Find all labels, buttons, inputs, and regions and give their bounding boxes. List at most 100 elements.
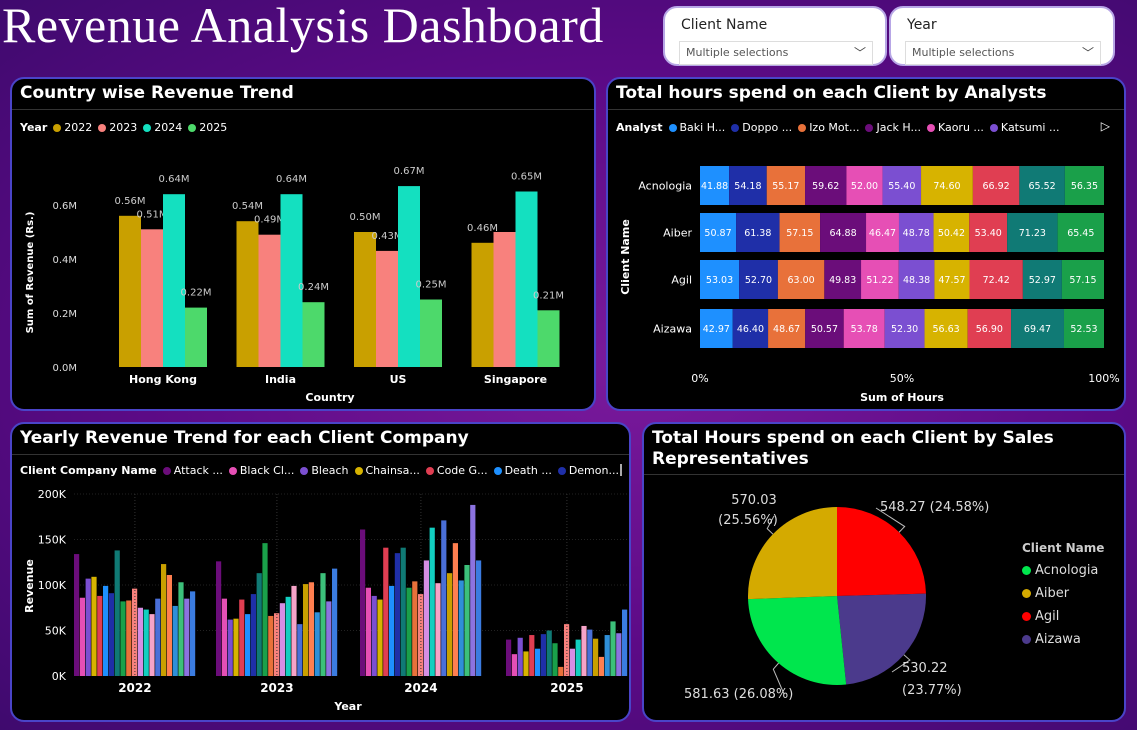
yearly-revenue-panel: Yearly Revenue Trend for each Client Com… — [10, 422, 631, 722]
bar-2024-20 — [476, 560, 482, 676]
legend-item-aiber[interactable]: Aiber — [1022, 586, 1104, 601]
bar-2025-8 — [552, 643, 558, 676]
data-label: 0.24M — [298, 282, 329, 293]
legend-label: Acnologia — [1035, 563, 1099, 578]
legend-dot — [1022, 566, 1031, 575]
y-tick-label: 0.6M — [52, 201, 77, 212]
bar-2022-5 — [103, 585, 109, 676]
bar-2024-4 — [383, 547, 389, 676]
bar-2023-1 — [221, 598, 227, 676]
y-tick-label: 0K — [52, 670, 67, 683]
bar-2022-18 — [178, 582, 184, 676]
legend-title: Client Name — [1022, 541, 1105, 555]
segment-label: 66.92 — [983, 181, 1010, 192]
bar-2024-5 — [389, 585, 395, 676]
bar-2023-7 — [256, 573, 262, 676]
segment-label: 52.97 — [1029, 275, 1056, 286]
year-slicer[interactable]: Year Multiple selections ﹀ — [889, 6, 1115, 66]
bar-2022-14 — [155, 598, 161, 676]
bar-2023-16 — [308, 582, 314, 676]
segment-label: 61.38 — [744, 228, 771, 239]
segment-label: 49.83 — [829, 275, 856, 286]
segment-label: 72.42 — [983, 275, 1010, 286]
y-tick-label: 0.2M — [52, 309, 77, 320]
y-tick-label: Agil — [671, 274, 692, 287]
x-tick-label: 2025 — [550, 681, 583, 695]
segment-label: 52.30 — [891, 324, 918, 335]
segment-label: 53.40 — [975, 228, 1002, 239]
y-tick-label: 100K — [38, 579, 67, 592]
x-tick-label: Singapore — [484, 373, 547, 386]
bar-2022-Hong Kong — [119, 215, 141, 367]
bar-2025-15 — [593, 638, 599, 676]
data-label: 0.21M — [533, 290, 564, 301]
segment-label: 55.40 — [888, 181, 915, 192]
bar-2023-Hong Kong — [141, 229, 163, 367]
bar-2022-3 — [91, 576, 97, 676]
bar-2023-5 — [245, 614, 251, 676]
bar-2022-1 — [79, 597, 85, 676]
segment-label: 53.78 — [851, 324, 878, 335]
client-name-dropdown[interactable]: Multiple selections ﹀ — [679, 41, 873, 65]
segment-label: 48.38 — [903, 275, 930, 286]
chevron-down-icon: ﹀ — [853, 46, 866, 60]
legend-scroll-handle[interactable] — [620, 464, 622, 476]
legend-dot — [354, 466, 363, 475]
segment-label: 50.87 — [704, 228, 731, 239]
year-slicer-label: Year — [907, 17, 937, 33]
data-label: 0.51M — [137, 209, 168, 220]
bar-2023-6 — [250, 594, 256, 676]
legend-dot — [1022, 612, 1031, 621]
y-axis-title: Revenue — [23, 559, 36, 613]
bar-2024-19 — [470, 504, 476, 676]
pie-label-aizawa: 530.22 — [902, 661, 948, 676]
legend-dot — [493, 466, 502, 475]
bar-2022-6 — [108, 593, 114, 676]
bar-2024-16 — [452, 543, 458, 676]
bar-2025-12 — [575, 639, 581, 676]
bar-2022-20 — [190, 591, 196, 676]
y-tick-label: 150K — [38, 534, 67, 547]
bar-2025-4 — [529, 635, 535, 676]
bar-2023-3 — [233, 618, 239, 676]
segment-label: 59.62 — [812, 181, 839, 192]
bar-2023-13 — [291, 585, 297, 676]
x-tick-label: 2024 — [404, 681, 437, 695]
segment-label: 53.03 — [706, 275, 733, 286]
legend-item-aizawa[interactable]: Aizawa — [1022, 632, 1104, 647]
y-axis-title: Client Name — [619, 219, 632, 295]
bar-2023-0 — [216, 561, 222, 676]
legend-dot — [425, 466, 434, 475]
bar-2023-14 — [297, 624, 303, 676]
x-axis-title: Country — [305, 391, 354, 404]
bar-2023-India — [258, 234, 281, 367]
data-label: 0.46M — [467, 223, 498, 234]
bar-2025-14 — [587, 629, 593, 676]
client-name-slicer[interactable]: Client Name Multiple selections ﹀ — [663, 6, 887, 66]
bar-2024-0 — [360, 529, 366, 676]
bar-2022-13 — [149, 614, 155, 676]
bar-2022-8 — [120, 601, 126, 676]
analyst-hours-chart: 41.88 54.18 55.17 59.62 52.00 55.40 74.60 66.92… — [619, 166, 1120, 404]
segment-label: 48.78 — [903, 228, 930, 239]
bar-2024-7 — [400, 547, 406, 676]
bar-2025-9 — [558, 666, 564, 676]
bar-2025-20 — [622, 609, 628, 676]
bar-2022-17 — [172, 605, 178, 676]
legend-dot — [557, 466, 566, 475]
legend-item-agil[interactable]: Agil — [1022, 609, 1104, 624]
bar-2024-8 — [406, 587, 412, 676]
segment-label: 57.15 — [1069, 275, 1096, 286]
segment-label: 56.35 — [1071, 181, 1098, 192]
year-dropdown[interactable]: Multiple selections ﹀ — [905, 41, 1101, 65]
bar-2023-4 — [239, 599, 245, 676]
bar-2024-1 — [365, 587, 371, 676]
bar-2024-17 — [458, 580, 464, 676]
year-dropdown-value: Multiple selections — [912, 46, 1015, 59]
segment-label: 52.53 — [1070, 324, 1097, 335]
bar-2023-17 — [314, 612, 320, 676]
y-tick-label: 0.4M — [52, 255, 77, 266]
legend-item-acnologia[interactable]: Acnologia — [1022, 563, 1104, 578]
x-tick-label: 50% — [890, 372, 914, 385]
bar-2025-11 — [569, 648, 575, 676]
